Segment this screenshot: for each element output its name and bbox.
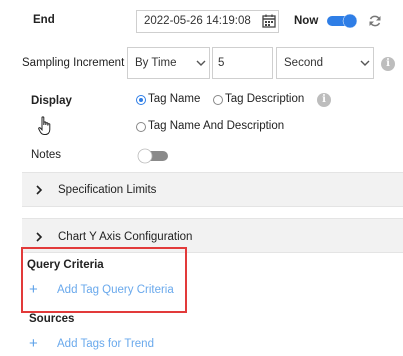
plus-icon: + bbox=[29, 335, 38, 352]
refresh-icon[interactable] bbox=[368, 14, 382, 28]
add-tag-query-criteria-label: Add Tag Query Criteria bbox=[57, 284, 174, 296]
radio-tag-name-label[interactable]: Tag Name bbox=[148, 93, 200, 105]
chevron-right-icon bbox=[36, 232, 43, 242]
chevron-down-icon bbox=[196, 60, 206, 66]
notes-toggle[interactable] bbox=[137, 148, 169, 164]
specification-limits-panel[interactable]: Specification Limits bbox=[22, 172, 403, 207]
end-date-value: 2022-05-26 14:19:08 bbox=[144, 15, 251, 27]
sampling-mode-select[interactable]: By Time bbox=[127, 47, 210, 79]
sampling-info-icon[interactable]: i bbox=[381, 57, 395, 71]
notes-label: Notes bbox=[31, 149, 62, 161]
radio-tag-name-and-description[interactable] bbox=[136, 122, 146, 132]
chevron-down-icon bbox=[360, 60, 370, 66]
end-date-input[interactable]: 2022-05-26 14:19:08 bbox=[136, 10, 279, 33]
radio-tag-description-label[interactable]: Tag Description bbox=[225, 93, 304, 105]
hand-pointer-icon bbox=[38, 116, 51, 135]
now-toggle[interactable] bbox=[327, 13, 359, 29]
now-label: Now bbox=[294, 15, 319, 27]
sampling-unit-value: Second bbox=[284, 57, 324, 69]
radio-tag-description[interactable] bbox=[213, 95, 223, 105]
plus-icon: + bbox=[29, 281, 38, 298]
end-label: End bbox=[33, 14, 55, 26]
radio-tag-name[interactable] bbox=[136, 95, 146, 105]
top-strip bbox=[0, 0, 403, 8]
chart-y-axis-label: Chart Y Axis Configuration bbox=[58, 231, 193, 243]
sampling-count-value: 5 bbox=[218, 57, 225, 69]
sampling-unit-select[interactable]: Second bbox=[276, 47, 374, 79]
sources-title: Sources bbox=[29, 313, 75, 325]
display-info-icon[interactable]: i bbox=[317, 93, 331, 107]
specification-limits-label: Specification Limits bbox=[58, 184, 157, 196]
radio-tag-name-and-description-label[interactable]: Tag Name And Description bbox=[148, 120, 284, 132]
add-tags-for-trend-label: Add Tags for Trend bbox=[57, 338, 154, 350]
sampling-mode-value: By Time bbox=[135, 57, 177, 69]
sampling-count-input[interactable]: 5 bbox=[212, 47, 273, 79]
chevron-right-icon bbox=[36, 185, 43, 195]
query-criteria-highlight bbox=[21, 247, 187, 313]
calendar-icon[interactable] bbox=[262, 14, 276, 28]
display-label: Display bbox=[31, 95, 72, 107]
sampling-increment-label: Sampling Increment bbox=[22, 57, 125, 69]
query-criteria-title: Query Criteria bbox=[27, 259, 104, 271]
